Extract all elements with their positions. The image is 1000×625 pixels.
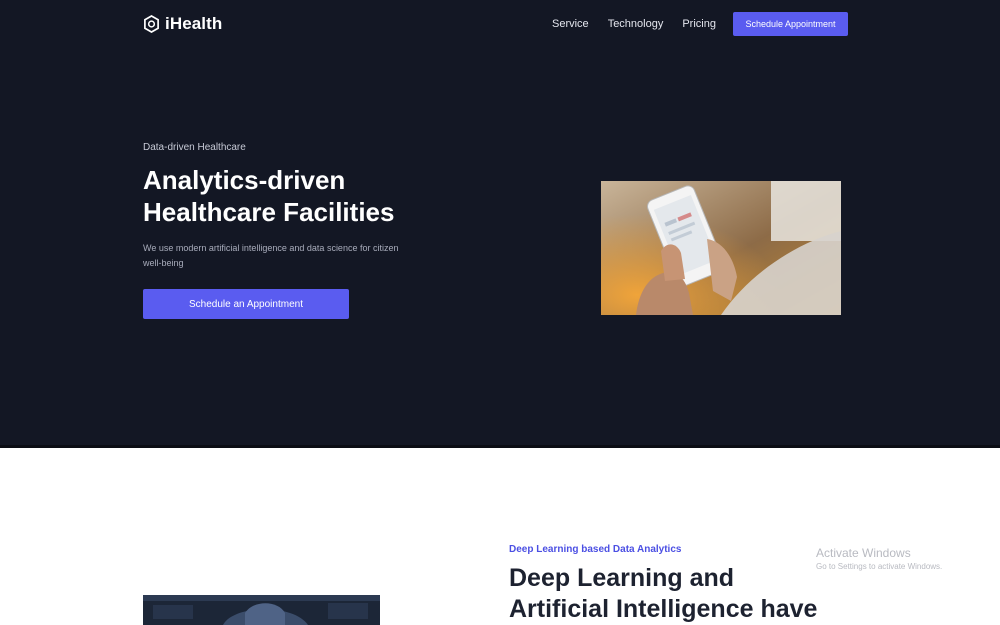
activate-windows-title: Activate Windows: [816, 546, 911, 560]
hero-eyebrow: Data-driven Healthcare: [143, 142, 246, 153]
nav-link-pricing[interactable]: Pricing: [682, 18, 716, 30]
activate-windows-subtitle: Go to Settings to activate Windows.: [816, 562, 943, 571]
logo-text: iHealth: [165, 14, 223, 33]
doctor-image: [143, 595, 380, 625]
phone-in-hand-illustration: [601, 181, 841, 315]
hero-divider: [0, 445, 1000, 448]
hero-subtitle: We use modern artificial intelligence an…: [143, 243, 399, 268]
section-title: Deep Learning and Artificial Intelligenc…: [509, 564, 818, 623]
nav-link-technology[interactable]: Technology: [608, 18, 664, 30]
schedule-an-appointment-button[interactable]: Schedule an Appointment: [143, 289, 349, 319]
section-eyebrow: Deep Learning based Data Analytics: [509, 544, 682, 555]
logo[interactable]: iHealth: [143, 14, 222, 34]
activate-windows-watermark: Activate Windows Go to Settings to activ…: [816, 546, 942, 571]
hero-title: Analytics-driven Healthcare Facilities: [143, 165, 395, 227]
schedule-appointment-button[interactable]: Schedule Appointment: [733, 12, 848, 36]
doctor-image-graphic: [143, 595, 380, 625]
nav-link-service[interactable]: Service: [552, 18, 589, 30]
main-nav: Service Technology Pricing Schedule Appo…: [552, 12, 848, 36]
hero-phone-image: [601, 181, 841, 315]
logo-icon: [144, 15, 159, 33]
